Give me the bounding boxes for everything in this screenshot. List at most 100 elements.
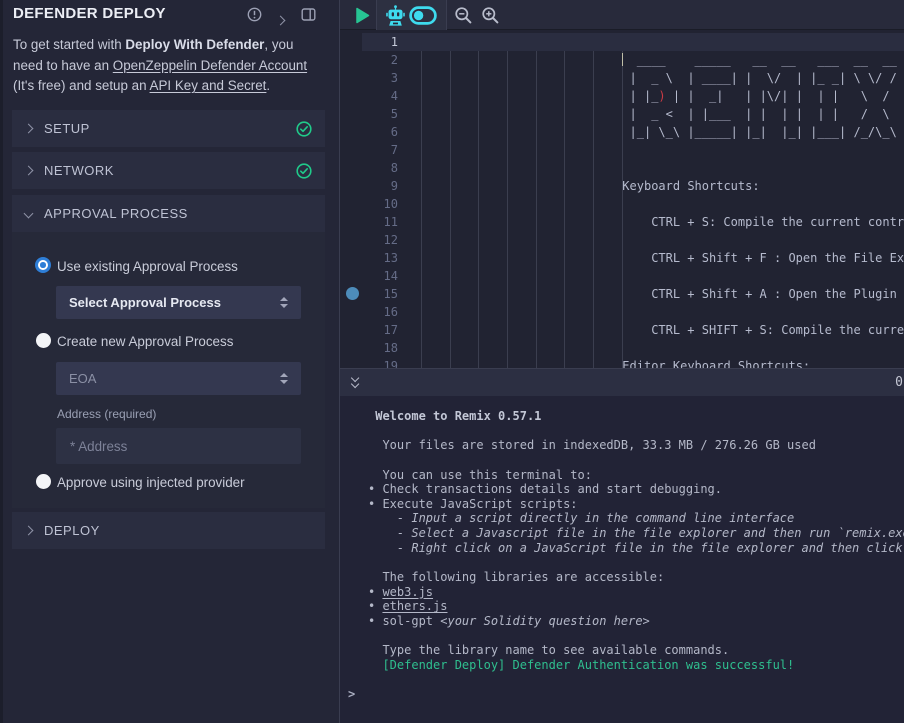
code-editor[interactable]: 12345678910111213141516171819 ____ _____… — [340, 30, 904, 368]
text-segment: The following libraries are accessible: — [368, 570, 664, 584]
terminal-line: • web3.js — [368, 585, 904, 600]
panel-title: DEFENDER DEPLOY — [13, 5, 166, 22]
section-setup[interactable]: SETUP — [12, 110, 325, 147]
line-number: 16 — [340, 303, 398, 321]
approval-type-select-value: EOA — [69, 371, 96, 386]
approval-type-select[interactable]: EOA — [56, 362, 301, 395]
text-segment: Type the library name to see available c… — [368, 643, 729, 657]
chevron-right-icon — [24, 526, 34, 536]
zoom-out-icon[interactable] — [454, 0, 473, 30]
text-segment: Your files are stored in indexedDB, 33.3… — [368, 438, 816, 452]
text-segment: > — [348, 687, 355, 701]
indentation — [420, 125, 622, 139]
text-segment: . — [266, 78, 270, 93]
editor-content[interactable]: ____ _____ __ __ ___ __ __ | _ \ | ____|… — [420, 33, 904, 368]
line-number: 4 — [340, 87, 398, 105]
section-network[interactable]: NETWORK — [12, 152, 325, 189]
radio-use-existing-approval[interactable] — [35, 257, 51, 273]
run-script-icon[interactable] — [355, 0, 370, 30]
editor-line-6: |_| \_\ |_____| |_| |_| |___| /_/\_\ — [420, 123, 904, 141]
collapse-panel-icon[interactable] — [277, 11, 284, 29]
indentation — [420, 287, 651, 301]
section-deploy[interactable]: DEPLOY — [12, 512, 325, 549]
ethersjs-link[interactable]: ethers.js — [382, 599, 447, 613]
radio-create-new-label[interactable]: Create new Approval Process — [57, 334, 233, 349]
editor-line-3: | _ \ | ____| | \/ | |_ _| \ \/ / — [420, 69, 904, 87]
line-number: 6 — [340, 123, 398, 141]
indentation — [420, 359, 622, 368]
zoom-in-icon[interactable] — [481, 0, 500, 30]
line-number: 19 — [340, 357, 398, 368]
editor-line-15: CTRL + Shift + A : Open the Plugin Manag… — [420, 285, 904, 303]
line-number: 17 — [340, 321, 398, 339]
text-segment: CTRL + S: Compile the current contract — [651, 215, 904, 229]
editor-line-13: CTRL + Shift + F : Open the File Explore… — [420, 249, 904, 267]
remix-ide-window: DEFENDER DEPLOY To get started with Depl… — [0, 0, 904, 723]
indentation — [420, 89, 622, 103]
section-network-label: NETWORK — [44, 163, 114, 178]
editor-line-16 — [420, 303, 904, 321]
terminal-line — [368, 629, 904, 644]
approval-process-select-value: Select Approval Process — [69, 295, 221, 310]
report-issue-icon[interactable] — [247, 7, 262, 27]
terminal-line: [Defender Deploy] Defender Authenticatio… — [368, 658, 904, 673]
radio-approve-injected-provider[interactable] — [36, 474, 51, 489]
text-segment: ) — [658, 89, 665, 103]
intro-line: (It's free) and setup an API Key and Sec… — [13, 76, 335, 97]
terminal-listen-count[interactable]: 0 — [895, 375, 903, 390]
toggle-icon[interactable] — [409, 0, 437, 30]
approval-process-select[interactable]: Select Approval Process — [56, 286, 301, 319]
editor-line-11: CTRL + S: Compile the current contract — [420, 213, 904, 231]
radio-create-new-approval[interactable] — [36, 333, 51, 348]
text-cursor — [622, 53, 624, 66]
chevron-right-icon — [24, 124, 34, 134]
split-view-icon[interactable] — [301, 7, 316, 27]
remix-ai-robot-icon[interactable] — [386, 0, 405, 30]
collapse-terminal-icon[interactable] — [350, 375, 364, 391]
text-segment: | _ \ | ____| | \/ | |_ _| \ \/ / — [622, 71, 897, 85]
terminal-line: > — [348, 687, 904, 702]
line-number: 8 — [340, 159, 398, 177]
intro-line: To get started with Deploy With Defender… — [13, 35, 335, 56]
line-number: 10 — [340, 195, 398, 213]
line-number: 12 — [340, 231, 398, 249]
editor-line-12 — [420, 231, 904, 249]
terminal-line: Welcome to Remix 0.57.1 — [368, 409, 904, 424]
editor-line-17: CTRL + SHIFT + S: Compile the current co… — [420, 321, 904, 339]
section-setup-label: SETUP — [44, 121, 90, 136]
line-number: 7 — [340, 141, 398, 159]
breakpoint-icon[interactable] — [346, 287, 359, 300]
text-segment: Deploy With Defender — [125, 37, 264, 52]
editor-line-9: Keyboard Shortcuts: — [420, 177, 904, 195]
text-segment: To get started with — [13, 37, 125, 52]
editor-line-8 — [420, 159, 904, 177]
radio-approve-injected-label[interactable]: Approve using injected provider — [57, 475, 245, 490]
indentation — [420, 71, 622, 85]
terminal-output[interactable]: Welcome to Remix 0.57.1 Your files are s… — [340, 396, 904, 723]
web3js-link[interactable]: web3.js — [382, 585, 433, 599]
text-segment: CTRL + Shift + F : Open the File Explore… — [651, 251, 904, 265]
line-number-gutter[interactable]: 12345678910111213141516171819 — [340, 33, 398, 368]
api-key-link[interactable]: API Key and Secret — [150, 78, 267, 93]
text-segment: Welcome to Remix 0.57.1 — [368, 409, 541, 423]
address-input[interactable] — [56, 428, 301, 464]
section-deploy-label: DEPLOY — [44, 523, 100, 538]
select-arrows-icon — [280, 297, 288, 308]
terminal-line: Your files are stored in indexedDB, 33.3… — [368, 438, 904, 453]
openzeppelin-account-link[interactable]: OpenZeppelin Defender Account — [113, 58, 307, 73]
text-segment: • Execute JavaScript scripts: — [368, 497, 578, 511]
indentation — [420, 251, 651, 265]
terminal-line: You can use this terminal to: — [368, 468, 904, 483]
section-approval-process[interactable]: APPROVAL PROCESS — [12, 195, 325, 232]
radio-use-existing-label[interactable]: Use existing Approval Process — [57, 259, 238, 274]
section-approval-label: APPROVAL PROCESS — [44, 206, 188, 221]
editor-line-7 — [420, 141, 904, 159]
indentation — [420, 215, 651, 229]
terminal-line: - Select a Javascript file in the file e… — [368, 526, 904, 541]
line-number: 3 — [340, 69, 398, 87]
terminal-line: • ethers.js — [368, 599, 904, 614]
radio-ring — [38, 260, 48, 270]
text-segment: , you — [264, 37, 293, 52]
line-number: 5 — [340, 105, 398, 123]
terminal-line: The following libraries are accessible: — [368, 570, 904, 585]
